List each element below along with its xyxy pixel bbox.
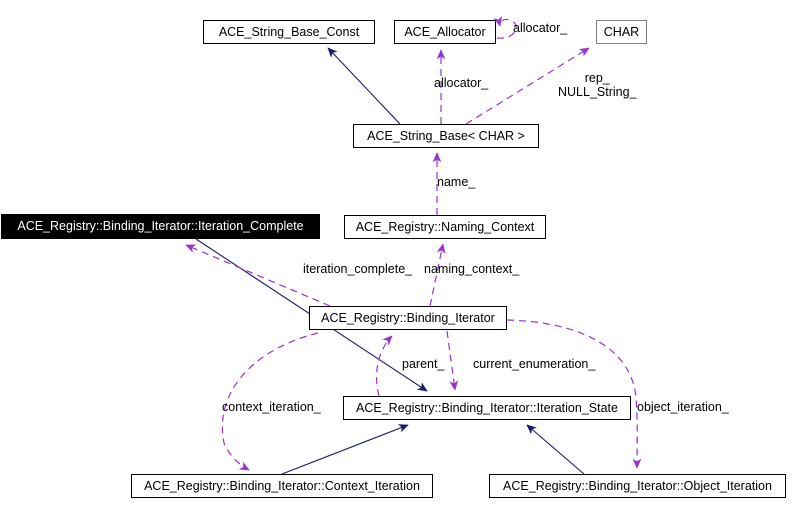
class-node-iteration-complete[interactable]: ACE_Registry::Binding_Iterator::Iteratio…: [1, 214, 320, 239]
class-node-iteration-state[interactable]: ACE_Registry::Binding_Iterator::Iteratio…: [343, 396, 631, 420]
class-node-object-iteration[interactable]: ACE_Registry::Binding_Iterator::Object_I…: [489, 474, 786, 498]
class-node-label: ACE_Registry::Binding_Iterator::Iteratio…: [17, 219, 304, 234]
class-node-label: ACE_String_Base_Const: [218, 24, 360, 39]
class-node-ace-string-base-char[interactable]: ACE_String_Base< CHAR >: [353, 124, 539, 148]
class-node-label: ACE_Registry::Binding_Iterator: [321, 310, 495, 325]
edge-label-naming-context: naming_context_: [424, 262, 520, 276]
edge-layer: [185, 16, 642, 475]
class-node-label: ACE_Registry::Binding_Iterator::Object_I…: [503, 478, 772, 493]
edge-label-iteration-complete: iteration_complete_: [303, 262, 413, 276]
edge-object-iteration-to-state: [526, 424, 585, 475]
edge-label-name: name_: [437, 175, 476, 189]
edge-binding-iterator-to-iteration-state: [446, 330, 459, 391]
class-node-label: ACE_Registry::Naming_Context: [355, 219, 535, 234]
class-node-ace-registry-naming-context[interactable]: ACE_Registry::Naming_Context: [344, 215, 546, 239]
edge-binding-iterator-to-object-iteration: [506, 319, 642, 469]
edge-label-line: rep_: [584, 71, 610, 85]
class-node-ace-registry-binding-iterator[interactable]: ACE_Registry::Binding_Iterator: [309, 306, 507, 330]
edge-label-object-iteration: object_iteration_: [637, 400, 729, 414]
edge-label-allocator-top: allocator_: [513, 21, 568, 35]
class-node-char[interactable]: CHAR: [596, 20, 647, 44]
edge-label-rep-null-string: rep_ NULL_String_: [558, 71, 637, 99]
edge-label-line: NULL_String_: [558, 85, 637, 99]
edge-label-parent: parent_: [402, 357, 445, 371]
edge-label-context-iteration: context_iteration_: [222, 400, 321, 414]
class-node-label: ACE_Registry::Binding_Iterator::Context_…: [144, 478, 420, 493]
class-node-label: ACE_Allocator: [404, 24, 486, 39]
class-node-ace-string-base-const[interactable]: ACE_String_Base_Const: [203, 20, 375, 44]
class-node-label: CHAR: [603, 24, 640, 39]
edge-context-iteration-to-state: [281, 424, 409, 475]
edge-label-allocator-mid: allocator_: [434, 76, 489, 90]
class-node-label: ACE_Registry::Binding_Iterator::Iteratio…: [356, 400, 618, 415]
class-node-context-iteration[interactable]: ACE_Registry::Binding_Iterator::Context_…: [131, 474, 433, 498]
edge-string-base-to-const: [327, 47, 401, 125]
class-node-ace-allocator[interactable]: ACE_Allocator: [394, 20, 496, 44]
edge-label-current-enumeration: current_enumeration_: [473, 357, 596, 371]
class-node-label: ACE_String_Base< CHAR >: [367, 128, 525, 143]
uml-collaboration-diagram: ACE_String_Base_Const ACE_Allocator CHAR…: [0, 0, 792, 515]
